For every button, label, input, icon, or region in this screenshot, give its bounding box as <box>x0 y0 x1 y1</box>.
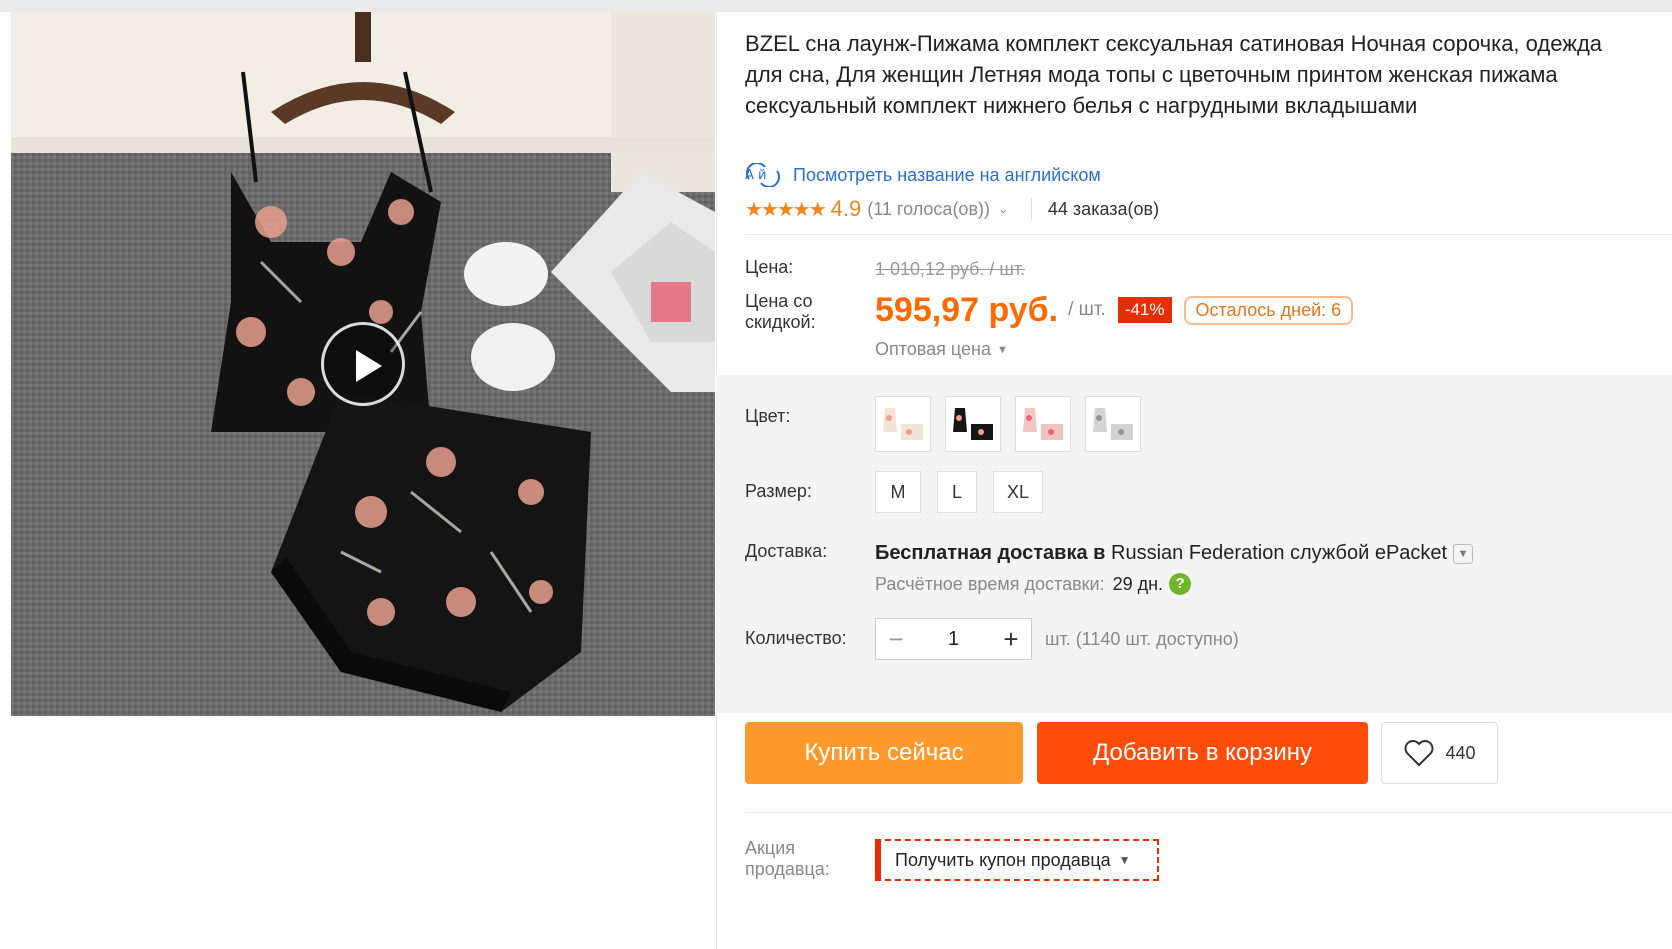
wholesale-price-toggle[interactable]: Оптовая цена ▼ <box>875 339 1008 360</box>
product-info: BZEL сна лаунж-Пижама комплект сексуальн… <box>716 12 1672 949</box>
plus-icon[interactable]: + <box>991 619 1031 659</box>
price-divider <box>745 234 1672 235</box>
help-icon[interactable]: ? <box>1169 573 1192 595</box>
heart-icon <box>1404 740 1434 767</box>
caret-down-icon: ▼ <box>1118 853 1131 867</box>
buy-now-button[interactable]: Купить сейчас <box>745 722 1023 784</box>
price-row: 595,97 руб. / шт. -41% Осталось дней: 6 <box>875 288 1354 332</box>
chevron-down-icon[interactable]: ⌄ <box>998 201 1009 217</box>
size-label: Размер: <box>745 481 812 501</box>
shipping-label: Доставка: <box>745 541 828 561</box>
size-options: M L XL <box>875 471 1059 513</box>
color-swatch-black[interactable] <box>945 396 1001 452</box>
old-price: 1 010,12 руб. / шт. <box>875 259 1026 279</box>
estimate-label: Расчётное время доставки: <box>875 573 1105 594</box>
current-price: 595,97 руб. <box>875 290 1059 329</box>
product-title: BZEL сна лаунж-Пижама комплект сексуальн… <box>745 31 1603 118</box>
quantity-label: Количество: <box>745 628 847 648</box>
translate-icon: A й <box>745 162 781 188</box>
minus-icon[interactable]: − <box>876 619 916 659</box>
top-bar <box>0 0 1672 12</box>
shipping-method: Бесплатная доставка в Russian Federation… <box>875 542 1474 565</box>
translate-title-link[interactable]: Посмотреть название на английском <box>793 165 1101 186</box>
color-swatch-pink[interactable] <box>1015 396 1071 452</box>
translate-row[interactable]: A й Посмотреть название на английском <box>745 162 1101 188</box>
coupon-label: Получить купон продавца <box>895 849 1111 870</box>
price-label: Цена: <box>745 257 794 277</box>
discount-badge: -41% <box>1117 297 1172 323</box>
color-swatches <box>875 396 1155 452</box>
rating-value: 4.9 <box>830 196 862 221</box>
size-option-xl[interactable]: XL <box>993 471 1043 513</box>
chevron-down-icon[interactable]: ▼ <box>1453 543 1474 564</box>
color-label: Цвет: <box>745 406 791 426</box>
size-option-m[interactable]: M <box>875 471 921 513</box>
wholesale-label: Оптовая цена <box>875 339 991 359</box>
rating-votes-link[interactable]: (11 голоса(ов)) <box>867 199 990 220</box>
quantity-stepper: − 1 + <box>875 618 1032 660</box>
add-to-cart-button[interactable]: Добавить в корзину <box>1037 722 1368 784</box>
video-play-button[interactable] <box>321 322 405 406</box>
shipping-estimate: Расчётное время доставки: 29 дн. ? <box>875 573 1192 595</box>
promo-divider <box>745 812 1672 813</box>
discount-price-label: Цена со скидкой: <box>745 291 816 332</box>
quantity-input[interactable]: 1 <box>916 628 991 651</box>
price-unit: / шт. <box>1068 299 1106 320</box>
caret-down-icon: ▼ <box>997 344 1008 357</box>
orders-count: 44 заказа(ов) <box>1047 198 1160 219</box>
product-image[interactable] <box>11 12 715 716</box>
promo-label: Акция продавца: <box>745 838 830 879</box>
size-option-l[interactable]: L <box>937 471 977 513</box>
wishlist-button[interactable]: 440 <box>1381 722 1498 784</box>
shipping-destination[interactable]: Russian Federation службой ePacket <box>1111 542 1447 565</box>
days-left-badge: Осталось дней: 6 <box>1183 295 1354 325</box>
wishlist-count: 440 <box>1445 742 1476 763</box>
translate-icon-letters: A й <box>745 168 766 183</box>
estimate-days: 29 дн. <box>1112 573 1164 594</box>
seller-coupon-button[interactable]: Получить купон продавца ▼ <box>875 839 1159 881</box>
quantity-available: шт. (1140 шт. доступно) <box>1045 629 1239 649</box>
color-swatch-white[interactable] <box>875 396 931 452</box>
color-swatch-grey[interactable] <box>1085 396 1141 452</box>
rating-row: ★★★★★ 4.9 (11 голоса(ов)) ⌄ 44 заказа(ов… <box>745 196 1159 222</box>
rating-stars-icon: ★★★★★ <box>745 198 827 221</box>
rating-divider <box>1030 198 1032 220</box>
free-shipping-text: Бесплатная доставка в <box>875 542 1106 564</box>
